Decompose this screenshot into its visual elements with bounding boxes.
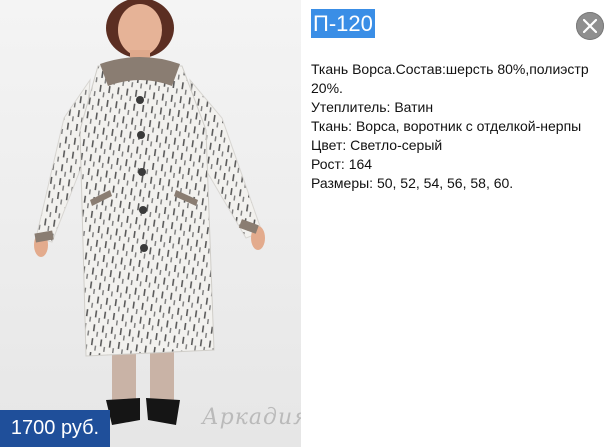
close-button[interactable] (576, 12, 604, 40)
description-line-insulation: Утеплитель: Ватин (311, 99, 434, 115)
description-line-sizes: Размеры: 50, 52, 54, 56, 58, 60. (311, 175, 514, 191)
coat-illustration (34, 0, 265, 425)
description-line-color: Цвет: Светло-серый (311, 137, 443, 153)
product-title: П-120 (311, 9, 375, 38)
description-line-fabric: Ткань Ворса.Состав:шерсть 80%,полиэстр 2… (311, 61, 589, 96)
description-line-height: Рост: 164 (311, 156, 373, 172)
product-description: Ткань Ворса.Состав:шерсть 80%,полиэстр 2… (311, 60, 599, 193)
product-photo: Аркадия (0, 0, 301, 447)
watermark-logo: Аркадия (202, 405, 301, 430)
price-badge: 1700 руб. (0, 410, 110, 447)
title-block: П-120 (311, 9, 375, 38)
description-line-collar: Ткань: Ворса, воротник с отделкой-нерпы (311, 118, 582, 134)
close-icon (583, 19, 597, 33)
